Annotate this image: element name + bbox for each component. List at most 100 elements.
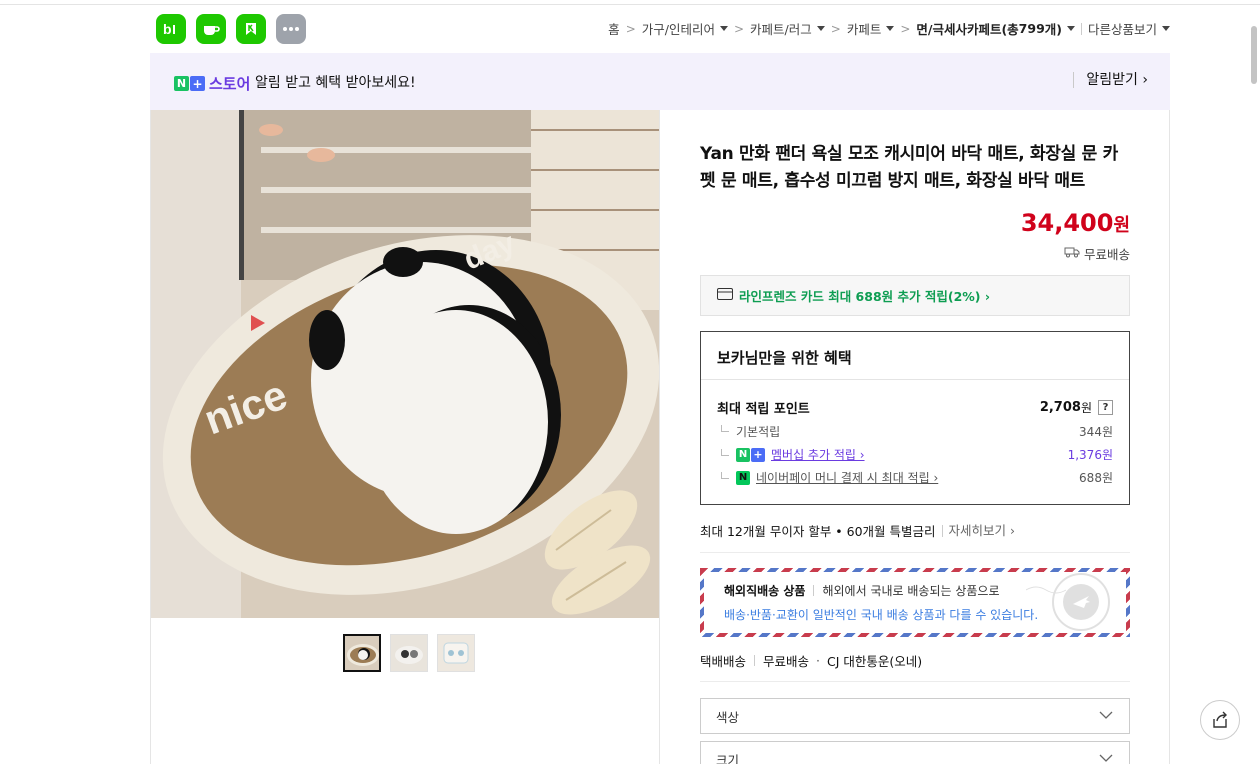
base-points-label: 기본적립: [736, 425, 781, 439]
product-main-image[interactable]: nice day: [151, 110, 659, 618]
breadcrumb-label: 카페트: [846, 22, 882, 37]
vertical-separator: [754, 655, 756, 666]
divider: [700, 681, 1130, 682]
breadcrumb-label: 면/극세사카페트(총: [916, 22, 1019, 37]
breadcrumb-divider: [1080, 22, 1082, 35]
dot-separator: ·: [816, 653, 821, 668]
naver-n-icon: N: [174, 76, 189, 91]
category-count: 799: [1018, 21, 1045, 36]
max-points-label: 최대 적립 포인트: [717, 402, 810, 417]
breadcrumb-label: 카페트/러그: [750, 22, 812, 37]
cafe-icon[interactable]: [196, 14, 226, 44]
image-column-divider: [659, 110, 660, 764]
thumbnail-2[interactable]: [390, 634, 428, 672]
member-benefit-box: 보카님만을 위한 혜택 최대 적립 포인트 2,708 원 ? 기본적립 344원…: [700, 331, 1130, 505]
breadcrumb-furniture[interactable]: 가구/인테리어: [642, 19, 728, 38]
breadcrumb-label: 다른상품보기: [1087, 22, 1157, 37]
installment-info: 최대 12개월 무이자 할부 • 60개월 특별금리 자세히보기 ›: [700, 521, 1015, 540]
blog-icon[interactable]: b: [156, 14, 186, 44]
breadcrumb-current[interactable]: 면/극세사카페트(총 799 개): [916, 19, 1075, 38]
breadcrumb-separator: >: [625, 21, 636, 36]
delivery-info: 택배배송 무료배송 · CJ 대한통운(오네): [700, 651, 922, 670]
naverpay-icon: N: [736, 470, 750, 485]
membership-points-link[interactable]: 멤버십 추가 적립 ›: [771, 446, 865, 463]
breadcrumb-separator: >: [733, 21, 745, 36]
max-points-unit: 원: [1080, 401, 1092, 415]
delivery-method: 택배배송: [700, 654, 747, 669]
card-benefit-text: 라인프렌즈 카드 최대 688원 추가 적립(2%) ›: [739, 289, 991, 304]
naverpay-points-link[interactable]: 네이버페이 머니 결제 시 최대 적립 ›: [756, 469, 938, 486]
scrollbar-thumb[interactable]: [1251, 26, 1257, 84]
option-label: 크기: [716, 752, 740, 764]
card-benefit-banner[interactable]: 라인프렌즈 카드 최대 688원 추가 적립(2%) ›: [700, 275, 1130, 316]
chevron-down-icon: [1099, 754, 1113, 762]
caret-down-icon: [1162, 26, 1170, 31]
max-points-value: 2,708: [1039, 400, 1081, 415]
breadcrumb-carpet[interactable]: 카페트: [847, 19, 895, 38]
benefit-heading: 보카님만을 위한 혜택: [701, 332, 1129, 380]
breadcrumb-separator: >: [900, 21, 911, 36]
overseas-shipping-notice: 해외직배송 상품 해외에서 국내로 배송되는 상품으로 배송·반품·교환이 일반…: [700, 568, 1130, 637]
option-select-size[interactable]: 크기: [700, 741, 1130, 764]
overseas-label: 해외직배송 상품: [724, 584, 806, 598]
other-products-dropdown[interactable]: 다른상품보기: [1088, 19, 1170, 38]
top-divider: [0, 4, 1260, 5]
caret-down-icon: [816, 26, 825, 31]
plus-icon: +: [751, 447, 765, 462]
caret-down-icon: [1066, 26, 1075, 31]
breadcrumb-separator: >: [830, 21, 841, 36]
naverpay-points-row: N 네이버페이 머니 결제 시 최대 적립 › 688원: [717, 469, 1113, 486]
base-points-row: 기본적립 344원: [717, 423, 1113, 440]
membership-points-value: 1,376원: [1067, 448, 1113, 462]
caret-down-icon: [719, 26, 728, 31]
vertical-separator: [813, 585, 815, 596]
breadcrumb-suffix: 개): [1044, 22, 1062, 37]
tree-branch: [721, 472, 729, 479]
share-button[interactable]: [1200, 700, 1240, 740]
thumbnail-3[interactable]: [437, 634, 475, 672]
breadcrumb-carpet-rug[interactable]: 카페트/러그: [750, 19, 825, 38]
more-apps-icon[interactable]: [276, 14, 306, 44]
breadcrumb-home[interactable]: 홈: [608, 19, 620, 38]
breadcrumb: 홈 > 가구/인테리어 > 카페트/러그 > 카페트 > 면/극세사카페트(총 …: [608, 19, 1170, 38]
max-points-row: 최대 적립 포인트 2,708 원 ?: [717, 398, 1113, 417]
help-icon[interactable]: ?: [1098, 400, 1113, 415]
base-points-value: 344원: [1079, 425, 1113, 439]
max-points-value-wrap: 2,708 원 ?: [1040, 399, 1113, 416]
thumbnail-list: [343, 634, 475, 672]
installment-text: 최대 12개월 무이자 할부 • 60개월 특별금리: [700, 524, 936, 539]
product-price: 34,400원: [1021, 209, 1130, 237]
banner-text: 알림 받고 혜택 받아보세요!: [255, 75, 416, 91]
divider: [700, 552, 1130, 553]
price-unit: 원: [1113, 215, 1130, 236]
membership-points-row: N + 멤버십 추가 적립 › 1,376원: [717, 446, 1113, 463]
delivery-courier: CJ 대한통운(오네): [827, 654, 923, 669]
tree-branch: [721, 425, 729, 432]
share-icon: [1213, 711, 1227, 728]
option-label: 색상: [716, 709, 740, 725]
naver-app-icons: b: [156, 14, 306, 44]
price-value: 34,400: [1020, 209, 1114, 237]
subscribe-alarm-button[interactable]: 알림받기 ›: [1073, 72, 1148, 88]
overseas-desc: 해외에서 국내로 배송되는 상품으로: [822, 584, 1000, 598]
caret-down-icon: [886, 26, 895, 31]
credit-card-icon: [717, 288, 739, 303]
truck-icon: [1064, 246, 1080, 261]
breadcrumb-label: 가구/인테리어: [641, 22, 715, 37]
naver-n-icon: N: [736, 447, 750, 462]
installment-more-link[interactable]: 자세히보기 ›: [941, 524, 1015, 537]
bookmark-k-icon[interactable]: [236, 14, 266, 44]
naver-plus-store-logo: N + 스토어: [174, 73, 250, 94]
thumbnail-1[interactable]: [343, 634, 381, 672]
option-select-color[interactable]: 색상: [700, 698, 1130, 734]
free-shipping-label: 무료배송: [1064, 244, 1130, 263]
airmail-stamp-icon: [1025, 572, 1116, 633]
product-title: Yan 만화 팬더 욕실 모조 캐시미어 바닥 매트, 화장실 문 카펫 문 매…: [700, 144, 1118, 191]
tree-branch: [721, 449, 729, 456]
naverpay-points-value: 688원: [1079, 471, 1113, 485]
plus-icon: +: [190, 76, 205, 91]
overseas-notice-inner: 해외직배송 상품 해외에서 국내로 배송되는 상품으로 배송·반품·교환이 일반…: [704, 572, 1126, 633]
delivery-fee: 무료배송: [763, 654, 810, 669]
store-word: 스토어: [209, 75, 251, 93]
svg-text:b: b: [163, 21, 172, 37]
